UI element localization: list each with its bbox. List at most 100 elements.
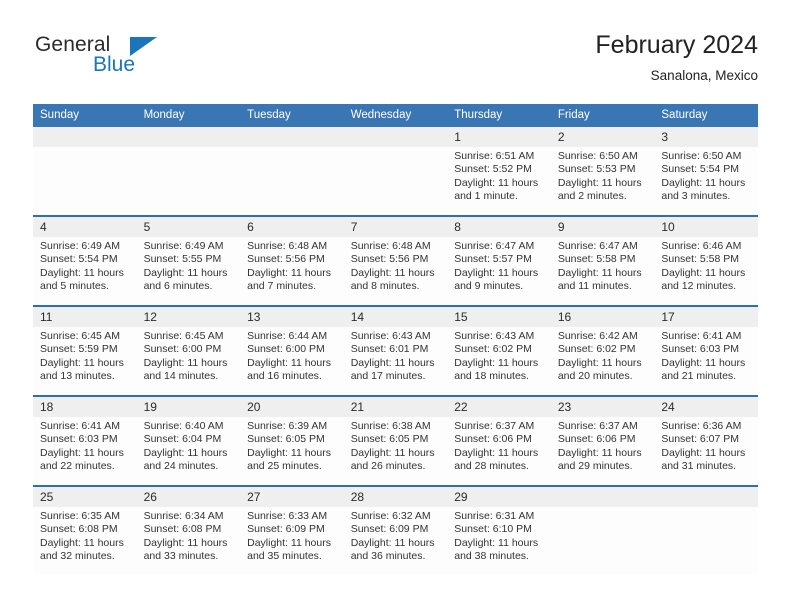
day-cell[interactable] <box>343 127 448 216</box>
sunset-text: Sunset: 5:58 PM <box>661 253 740 266</box>
day-details: Sunrise: 6:40 AM Sunset: 6:04 PM Daylight:… <box>137 417 241 474</box>
day-cell[interactable]: 5 Sunrise: 6:49 AM Sunset: 5:55 PM Daylight… <box>136 215 241 306</box>
day-number <box>654 487 758 507</box>
day-cell[interactable]: 24 Sunrise: 6:36 AM Sunset: 6:07 PM Dayligh… <box>654 395 758 486</box>
daylight-text-line1: Daylight: 11 hours <box>40 356 124 369</box>
day-number: 27 <box>240 487 344 507</box>
daylight-text-line2: and 31 minutes. <box>661 460 737 473</box>
day-cell[interactable] <box>136 127 241 216</box>
sunset-text: Sunset: 5:56 PM <box>247 253 325 266</box>
sunset-text: Sunset: 5:53 PM <box>557 163 636 176</box>
daylight-text-line2: and 7 minutes. <box>247 280 317 293</box>
weekday-header-monday: Monday <box>136 104 241 127</box>
day-cell[interactable] <box>240 127 344 216</box>
day-cell[interactable]: 16 Sunrise: 6:42 AM Sunset: 6:02 PM Dayligh… <box>550 305 655 396</box>
day-number <box>343 127 448 147</box>
day-cell[interactable] <box>550 485 655 575</box>
day-cell[interactable]: 2 Sunrise: 6:50 AM Sunset: 5:53 PM Daylight… <box>550 127 655 216</box>
daylight-text-line2: and 9 minutes. <box>454 280 524 293</box>
sunrise-text: Sunrise: 6:36 AM <box>661 420 742 432</box>
day-cell[interactable]: 13 Sunrise: 6:44 AM Sunset: 6:00 PM Dayligh… <box>240 305 344 396</box>
day-cell[interactable]: 27 Sunrise: 6:33 AM Sunset: 6:09 PM Dayligh… <box>240 485 344 575</box>
day-number: 11 <box>33 307 137 327</box>
day-details: Sunrise: 6:44 AM Sunset: 6:00 PM Daylight:… <box>240 327 344 384</box>
day-number: 16 <box>550 307 655 327</box>
daylight-text-line2: and 26 minutes. <box>350 460 426 473</box>
sunset-text: Sunset: 6:02 PM <box>557 343 636 356</box>
day-cell[interactable]: 19 Sunrise: 6:40 AM Sunset: 6:04 PM Dayligh… <box>136 395 241 486</box>
day-details: Sunrise: 6:46 AM Sunset: 5:58 PM Daylight:… <box>654 237 758 294</box>
sunset-text: Sunset: 6:06 PM <box>557 433 636 446</box>
day-number: 28 <box>343 487 448 507</box>
day-number: 25 <box>33 487 137 507</box>
day-details: Sunrise: 6:38 AM Sunset: 6:05 PM Daylight:… <box>344 417 448 474</box>
daylight-text-line1: Daylight: 11 hours <box>350 266 435 279</box>
day-cell[interactable]: 7 Sunrise: 6:48 AM Sunset: 5:56 PM Daylight… <box>343 215 448 306</box>
day-cell[interactable]: 23 Sunrise: 6:37 AM Sunset: 6:06 PM Dayligh… <box>550 395 655 486</box>
day-number: 15 <box>447 307 551 327</box>
daylight-text-line1: Daylight: 11 hours <box>143 536 228 549</box>
day-number: 7 <box>343 217 448 237</box>
day-cell[interactable] <box>33 127 137 216</box>
day-number: 29 <box>447 487 551 507</box>
daylight-text-line2: and 6 minutes. <box>143 280 213 293</box>
sunrise-text: Sunrise: 6:46 AM <box>661 240 742 252</box>
sunrise-text: Sunrise: 6:34 AM <box>143 510 224 522</box>
sunrise-text: Sunrise: 6:50 AM <box>661 150 742 162</box>
sunrise-text: Sunrise: 6:43 AM <box>454 330 535 342</box>
day-cell[interactable]: 6 Sunrise: 6:48 AM Sunset: 5:56 PM Daylight… <box>240 215 344 306</box>
sunrise-text: Sunrise: 6:43 AM <box>350 330 431 342</box>
sunrise-text: Sunrise: 6:45 AM <box>40 330 120 342</box>
day-cell[interactable]: 15 Sunrise: 6:43 AM Sunset: 6:02 PM Dayligh… <box>447 305 551 396</box>
day-cell[interactable]: 18 Sunrise: 6:41 AM Sunset: 6:03 PM Dayligh… <box>33 395 137 486</box>
day-details: Sunrise: 6:39 AM Sunset: 6:05 PM Daylight:… <box>240 417 344 474</box>
day-cell[interactable]: 20 Sunrise: 6:39 AM Sunset: 6:05 PM Dayligh… <box>240 395 344 486</box>
day-cell[interactable]: 11 Sunrise: 6:45 AM Sunset: 5:59 PM Dayligh… <box>33 305 137 396</box>
daylight-text-line1: Daylight: 11 hours <box>661 176 746 189</box>
daylight-text-line1: Daylight: 11 hours <box>557 356 642 369</box>
day-number <box>550 487 655 507</box>
sunrise-text: Sunrise: 6:32 AM <box>350 510 431 522</box>
page-title: February 2024 <box>595 31 758 59</box>
day-cell[interactable]: 3 Sunrise: 6:50 AM Sunset: 5:54 PM Daylight… <box>654 127 758 216</box>
daylight-text-line2: and 32 minutes. <box>40 550 115 563</box>
sunrise-text: Sunrise: 6:39 AM <box>247 420 328 432</box>
daylight-text-line2: and 3 minutes. <box>661 190 731 203</box>
day-cell[interactable]: 12 Sunrise: 6:45 AM Sunset: 6:00 PM Dayligh… <box>136 305 241 396</box>
daylight-text-line2: and 20 minutes. <box>557 370 633 383</box>
day-cell[interactable]: 14 Sunrise: 6:43 AM Sunset: 6:01 PM Dayligh… <box>343 305 448 396</box>
day-number: 8 <box>447 217 551 237</box>
day-number: 20 <box>240 397 344 417</box>
calendar-container: Sunday Monday Tuesday Wednesday Thursday… <box>33 104 758 575</box>
day-cell[interactable]: 29 Sunrise: 6:31 AM Sunset: 6:10 PM Dayligh… <box>447 485 551 575</box>
day-cell[interactable]: 17 Sunrise: 6:41 AM Sunset: 6:03 PM Dayligh… <box>654 305 758 396</box>
day-number <box>136 127 241 147</box>
brand-logo[interactable]: General Blue <box>33 34 253 90</box>
day-number: 2 <box>550 127 655 147</box>
day-number: 13 <box>240 307 344 327</box>
daylight-text-line2: and 12 minutes. <box>661 280 737 293</box>
day-details <box>344 147 448 150</box>
day-cell[interactable]: 22 Sunrise: 6:37 AM Sunset: 6:06 PM Dayligh… <box>447 395 551 486</box>
day-number: 12 <box>136 307 241 327</box>
daylight-text-line2: and 2 minutes. <box>557 190 627 203</box>
daylight-text-line1: Daylight: 11 hours <box>247 356 331 369</box>
day-cell[interactable]: 25 Sunrise: 6:35 AM Sunset: 6:08 PM Dayligh… <box>33 485 137 575</box>
day-cell[interactable]: 21 Sunrise: 6:38 AM Sunset: 6:05 PM Dayligh… <box>343 395 448 486</box>
day-cell[interactable]: 28 Sunrise: 6:32 AM Sunset: 6:09 PM Dayligh… <box>343 485 448 575</box>
sunset-text: Sunset: 5:59 PM <box>40 343 118 356</box>
day-cell[interactable]: 9 Sunrise: 6:47 AM Sunset: 5:58 PM Daylight… <box>550 215 655 306</box>
day-number: 9 <box>550 217 655 237</box>
day-number: 14 <box>343 307 448 327</box>
day-cell[interactable]: 1 Sunrise: 6:51 AM Sunset: 5:52 PM Daylight… <box>447 127 551 216</box>
day-details: Sunrise: 6:42 AM Sunset: 6:02 PM Daylight:… <box>551 327 655 384</box>
day-cell[interactable]: 8 Sunrise: 6:47 AM Sunset: 5:57 PM Daylight… <box>447 215 551 306</box>
sunrise-text: Sunrise: 6:40 AM <box>143 420 224 432</box>
day-cell[interactable] <box>654 485 758 575</box>
day-cell[interactable]: 26 Sunrise: 6:34 AM Sunset: 6:08 PM Dayligh… <box>136 485 241 575</box>
day-cell[interactable]: 10 Sunrise: 6:46 AM Sunset: 5:58 PM Dayligh… <box>654 215 758 306</box>
sunrise-text: Sunrise: 6:47 AM <box>454 240 535 252</box>
day-cell[interactable]: 4 Sunrise: 6:49 AM Sunset: 5:54 PM Daylight… <box>33 215 137 306</box>
day-number: 19 <box>136 397 241 417</box>
daylight-text-line1: Daylight: 11 hours <box>454 356 539 369</box>
